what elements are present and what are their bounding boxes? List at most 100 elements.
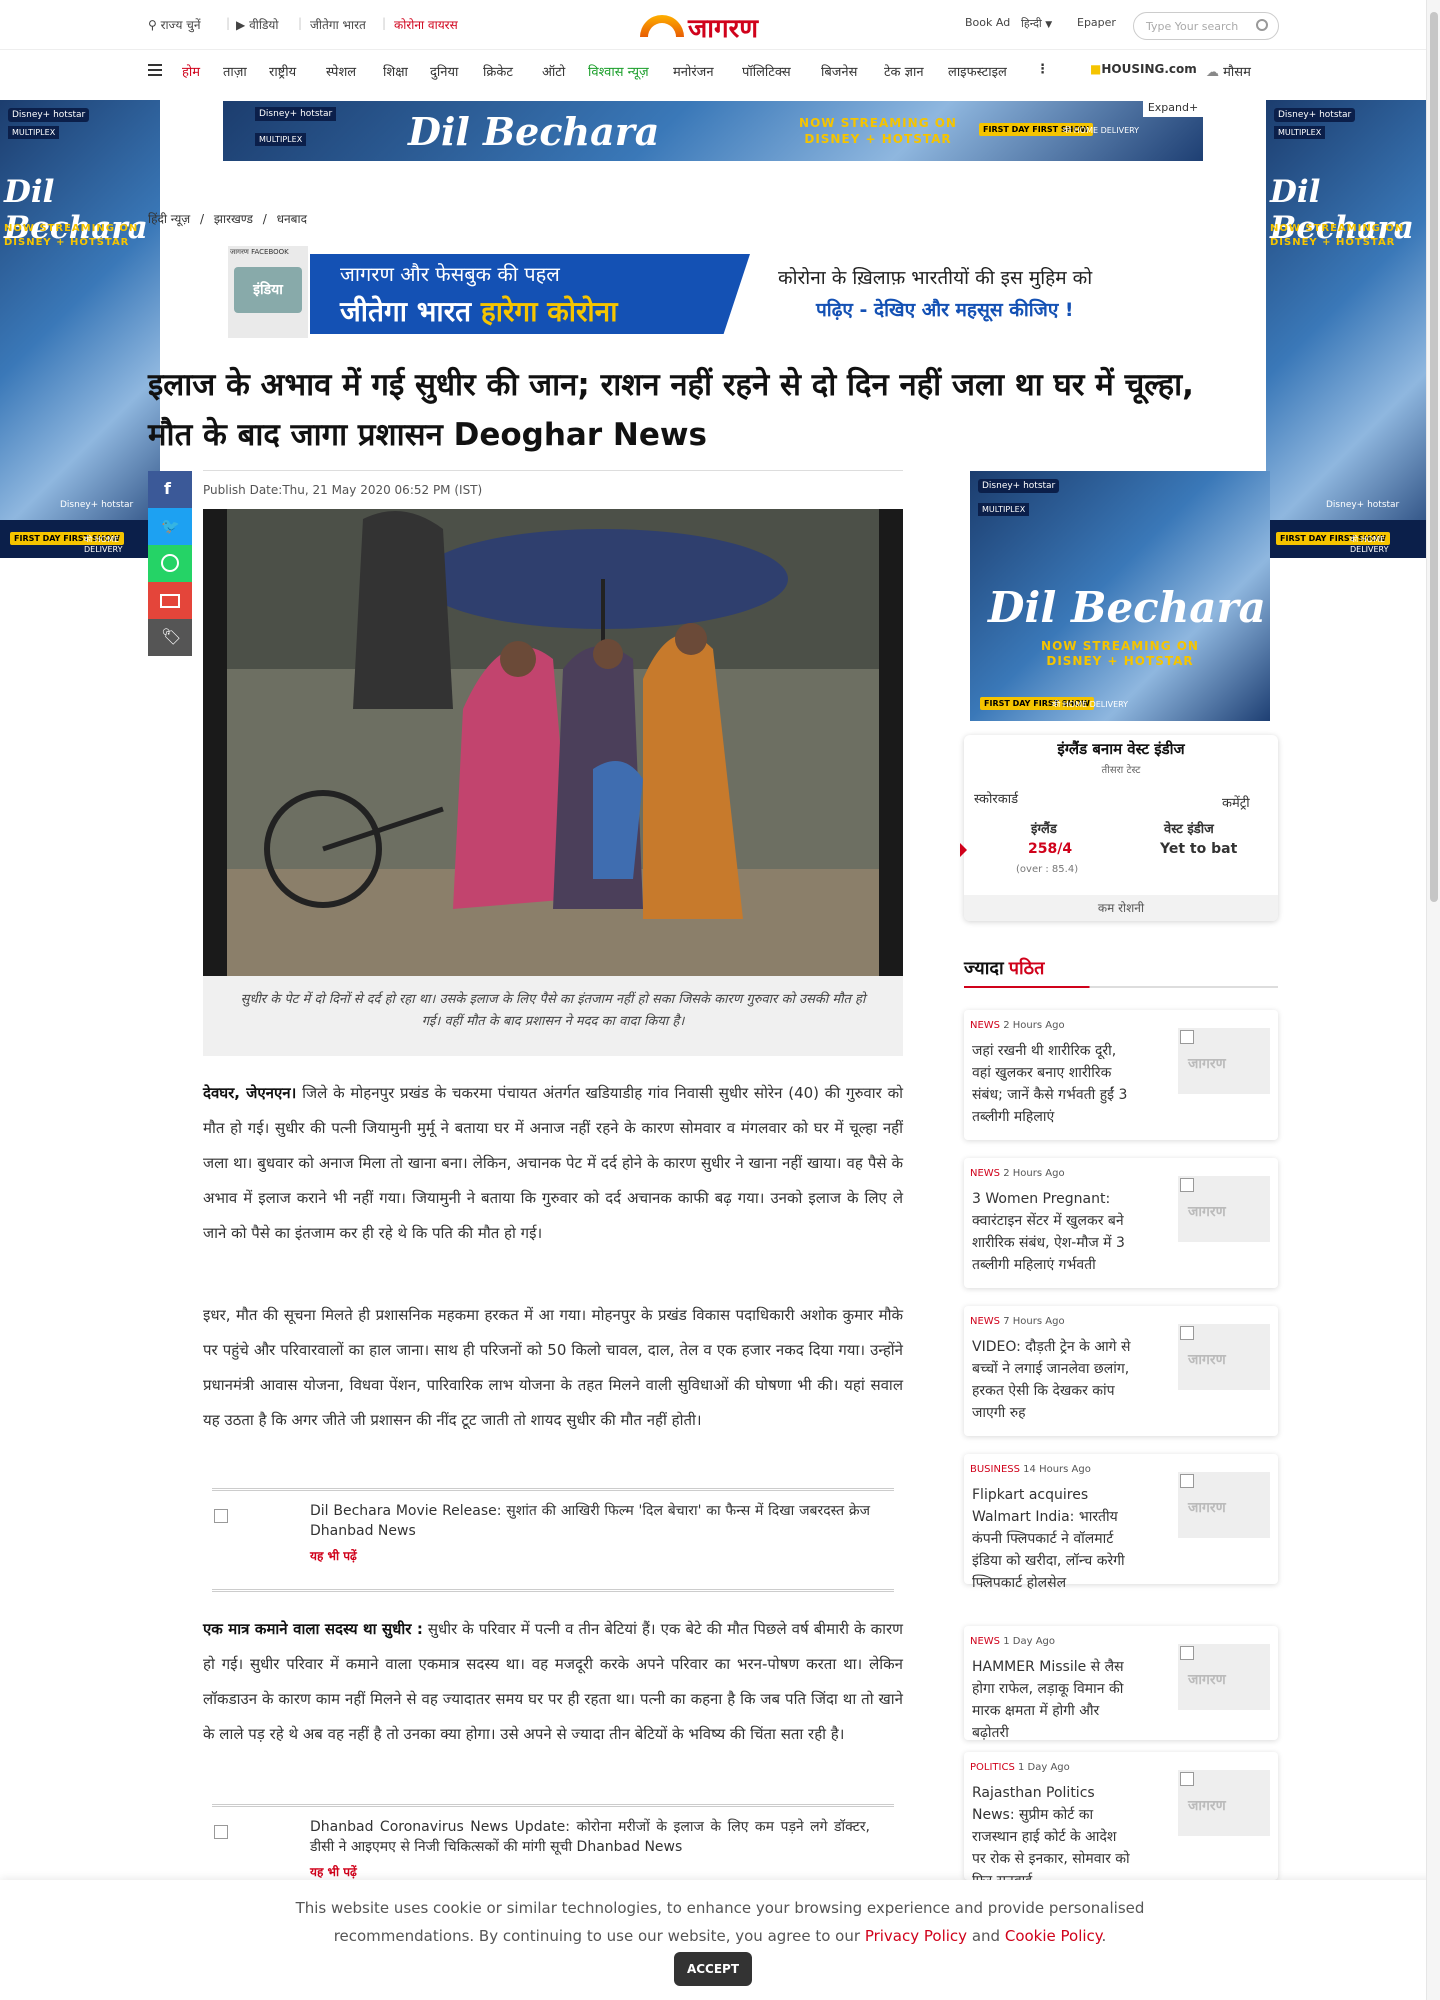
- item-title[interactable]: HAMMER Missile से लैस होगा राफेल, लड़ाकू…: [972, 1656, 1132, 1744]
- most-read-item[interactable]: BUSINESS 14 Hours Ago Flipkart acquires …: [964, 1454, 1278, 1591]
- home-delivery-text: की HOME DELIVERY: [1052, 700, 1129, 709]
- pledge-jeetega: जीतेगा भारत: [340, 295, 472, 328]
- video-link[interactable]: ▶ वीडियो: [236, 16, 278, 33]
- jeetega-bharat-link[interactable]: जीतेगा भारत: [310, 16, 366, 33]
- article-paragraph-2: इधर, मौत की सूचना मिलते ही प्रशासनिक महक…: [203, 1306, 903, 1429]
- most-read-item[interactable]: NEWS 1 Day Ago HAMMER Missile से लैस होग…: [964, 1626, 1278, 1741]
- divider: [203, 470, 903, 471]
- more-share-button[interactable]: 🏷: [148, 619, 192, 656]
- broken-image-icon: [1180, 1474, 1194, 1488]
- search-icon[interactable]: [1256, 19, 1268, 31]
- item-thumbnail: जागरण: [1178, 1472, 1270, 1538]
- chevron-right-icon[interactable]: [960, 843, 967, 857]
- item-category: BUSINESS: [970, 1464, 1020, 1475]
- jagran-placeholder-logo: जागरण: [1188, 1056, 1226, 1072]
- ad-title: Dil Bechara: [408, 109, 660, 154]
- hotstar-vip-logo: Disney+ hotstar: [60, 500, 134, 510]
- breadcrumb-dhanbad[interactable]: धनबाद: [277, 212, 307, 226]
- cricket-score-widget[interactable]: इंग्लैंड बनाम वेस्ट इंडीज तीसरा टेस्ट स्…: [960, 735, 1278, 921]
- item-title[interactable]: Rajasthan Politics News: सुप्रीम कोर्ट क…: [972, 1782, 1132, 1892]
- jagran-logo[interactable]: जागरण: [640, 9, 790, 44]
- multiplex-badge: MULTIPLEX: [1274, 126, 1326, 139]
- tab-scorecard[interactable]: स्कोरकार्ड: [974, 789, 1018, 807]
- left-skin-ad[interactable]: Disney+ hotstar MULTIPLEX Dil Bechara NO…: [0, 100, 160, 558]
- jagran-placeholder-logo: जागरण: [1188, 1672, 1226, 1688]
- ad-streaming-text: NOW STREAMING ON DISNEY + HOTSTAR: [4, 223, 139, 248]
- nav-item-latest[interactable]: ताज़ा: [217, 60, 253, 82]
- search-input[interactable]: Type Your search: [1133, 12, 1279, 40]
- match-title: इंग्लैंड बनाम वेस्ट इंडीज: [1057, 740, 1185, 758]
- item-category: POLITICS: [970, 1762, 1015, 1773]
- most-read-item[interactable]: NEWS 7 Hours Ago VIDEO: दौड़ती ट्रेन के …: [964, 1306, 1278, 1436]
- hamburger-menu-icon[interactable]: [148, 64, 162, 76]
- breadcrumb-jharkhand[interactable]: झारखण्ड: [214, 212, 253, 226]
- expand-ad-button[interactable]: Expand+: [1143, 101, 1203, 117]
- related-title[interactable]: Dhanbad Coronavirus News Update: कोरोना …: [310, 1817, 870, 1857]
- page-scrollbar[interactable]: [1426, 0, 1440, 2000]
- right-skin-ad[interactable]: Disney+ hotstar MULTIPLEX Dil Bechara NO…: [1266, 100, 1426, 558]
- whatsapp-share-button[interactable]: [148, 545, 192, 582]
- nav-item-vishvas-news[interactable]: विश्वास न्यूज़: [582, 60, 655, 82]
- scrollbar-thumb[interactable]: [1430, 12, 1438, 902]
- facebook-share-button[interactable]: f: [148, 471, 192, 508]
- pledge-banner[interactable]: जागरण FACEBOOK इंडिया जागरण और फेसबुक की…: [228, 246, 1158, 338]
- book-ad-link[interactable]: Book Ad: [965, 16, 1010, 29]
- nav-item-business[interactable]: बिजनेस: [815, 60, 863, 82]
- item-title[interactable]: जहां रखनी थी शारीरिक दूरी, वहां खुलकर बन…: [972, 1040, 1132, 1128]
- tag-icon: 🏷: [161, 627, 182, 646]
- related-thumbnail: [212, 1823, 292, 1843]
- epaper-link[interactable]: Epaper: [1077, 16, 1116, 29]
- housing-link[interactable]: ■HOUSING.com: [1084, 60, 1203, 78]
- nav-item-home[interactable]: होम: [176, 60, 206, 82]
- weather-link[interactable]: ☁ मौसम: [1200, 60, 1257, 82]
- nav-item-politics[interactable]: पॉलिटिक्स: [736, 60, 797, 82]
- accept-button[interactable]: ACCEPT: [674, 1952, 752, 1986]
- most-read-title-b: पठित: [1008, 958, 1045, 979]
- nav-item-cricket[interactable]: क्रिकेट: [477, 60, 519, 82]
- pledge-right-line-1: कोरोना के ख़िलाफ़ भारतीयों की इस मुहिम क…: [778, 267, 1093, 289]
- most-read-item[interactable]: NEWS 2 Hours Ago जहां रखनी थी शारीरिक दू…: [964, 1010, 1278, 1140]
- item-title[interactable]: VIDEO: दौड़ती ट्रेन के आगे से बच्चों ने …: [972, 1336, 1132, 1424]
- main-nav: होम ताज़ा राष्ट्रीय स्पेशल शिक्षा दुनिया…: [0, 50, 1440, 100]
- home-delivery-text: की HOME DELIVERY: [1350, 535, 1389, 554]
- item-title[interactable]: 3 Women Pregnant: क्वारंटाइन सेंटर में ख…: [972, 1188, 1132, 1276]
- item-thumbnail: जागरण: [1178, 1324, 1270, 1390]
- team-1-name: इंग्लैंड: [1031, 822, 1057, 837]
- read-also-link[interactable]: यह भी पढ़ें: [310, 1547, 357, 1564]
- right-skin-ad-footer: FIRST DAY FIRST SHOW की HOME DELIVERY: [1266, 520, 1426, 558]
- state-selector[interactable]: ⚲ राज्य चुनें: [148, 16, 201, 33]
- nav-item-national[interactable]: राष्ट्रीय: [263, 60, 302, 82]
- corona-virus-link[interactable]: कोरोना वायरस: [394, 16, 458, 33]
- facebook-icon: f: [164, 479, 171, 498]
- nav-item-entertainment[interactable]: मनोरंजन: [667, 60, 720, 82]
- nav-item-special[interactable]: स्पेशल: [320, 60, 362, 82]
- related-article-1[interactable]: Dil Bechara Movie Release: सुशांत की आखि…: [212, 1488, 894, 1592]
- most-read-item[interactable]: POLITICS 1 Day Ago Rajasthan Politics Ne…: [964, 1752, 1278, 1889]
- twitter-share-button[interactable]: 🐦: [148, 508, 192, 545]
- related-article-2[interactable]: Dhanbad Coronavirus News Update: कोरोना …: [212, 1804, 894, 1884]
- language-selector[interactable]: हिन्दी ▼: [1021, 16, 1052, 31]
- most-read-item[interactable]: NEWS 2 Hours Ago 3 Women Pregnant: क्वार…: [964, 1158, 1278, 1288]
- jagran-placeholder-logo: जागरण: [1188, 1500, 1226, 1516]
- more-vertical-icon[interactable]: ⋮: [1030, 60, 1055, 79]
- nav-item-auto[interactable]: ऑटो: [536, 60, 571, 82]
- hotstar-logo: Disney+ hotstar: [8, 108, 90, 122]
- email-share-button[interactable]: [148, 582, 192, 619]
- nav-item-education[interactable]: शिक्षा: [377, 60, 414, 82]
- related-title[interactable]: Dil Bechara Movie Release: सुशांत की आखि…: [310, 1501, 870, 1541]
- multiplex-badge: MULTIPLEX: [255, 133, 307, 146]
- left-skin-ad-footer: FIRST DAY FIRST SHOW की HOME DELIVERY: [0, 520, 160, 558]
- cookie-policy-link[interactable]: Cookie Policy: [1005, 1927, 1102, 1945]
- item-title[interactable]: Flipkart acquires Walmart India: भारतीय …: [972, 1484, 1132, 1594]
- read-also-link[interactable]: यह भी पढ़ें: [310, 1863, 357, 1880]
- nav-item-world[interactable]: दुनिया: [424, 60, 464, 82]
- nav-item-tech[interactable]: टेक ज्ञान: [878, 60, 930, 82]
- leaderboard-ad[interactable]: Disney+ hotstar MULTIPLEX Dil Bechara NO…: [223, 101, 1203, 161]
- breadcrumb-hindi-news[interactable]: हिंदी न्यूज़: [148, 212, 190, 226]
- privacy-policy-link[interactable]: Privacy Policy: [865, 1927, 967, 1945]
- article-headline: इलाज के अभाव में गई सुधीर की जान; राशन न…: [148, 367, 1194, 453]
- tab-commentary[interactable]: कमेंट्री: [1222, 793, 1250, 811]
- pledge-tag: जागरण FACEBOOK: [230, 248, 289, 256]
- sidebar-ad[interactable]: Disney+ hotstar MULTIPLEX Dil Bechara NO…: [970, 471, 1270, 721]
- nav-item-lifestyle[interactable]: लाइफस्टाइल: [942, 60, 1013, 82]
